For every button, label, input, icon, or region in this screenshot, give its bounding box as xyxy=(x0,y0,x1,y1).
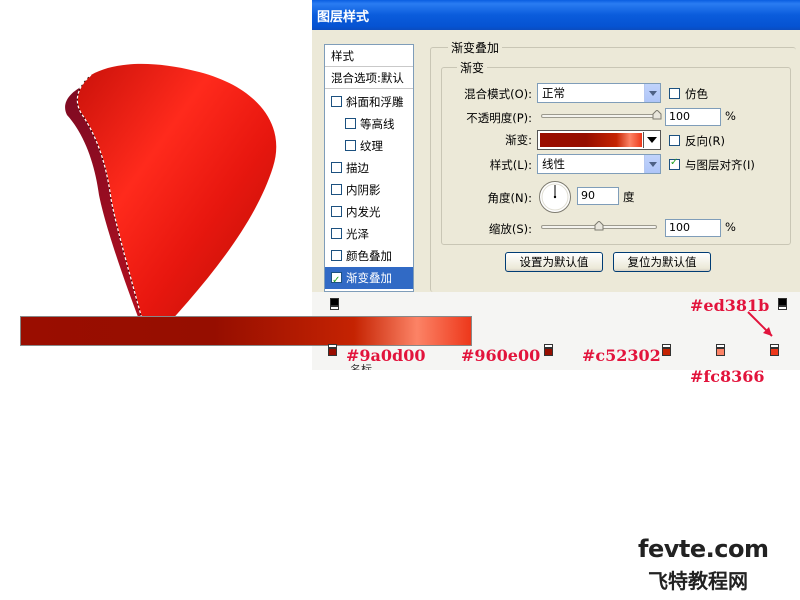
stroke-checkbox[interactable] xyxy=(331,162,342,173)
contour-checkbox[interactable] xyxy=(345,118,356,129)
gradient-dropdown-arrow[interactable] xyxy=(643,132,659,148)
color-label-fc8366: #fc8366 xyxy=(690,367,765,386)
bevel-emboss-checkbox[interactable] xyxy=(331,96,342,107)
style-item-inner-glow[interactable]: 内发光 xyxy=(325,201,413,223)
style-item-color-overlay[interactable]: 颜色叠加 xyxy=(325,245,413,267)
color-stop-fc8366[interactable] xyxy=(716,344,726,356)
color-overlay-checkbox[interactable] xyxy=(331,250,342,261)
color-stop-9a0d00[interactable] xyxy=(327,344,337,356)
angle-unit: 度 xyxy=(623,190,635,204)
angle-dial[interactable] xyxy=(538,180,572,214)
scale-input[interactable]: 100 xyxy=(665,219,721,237)
gradient-label: 渐变: xyxy=(505,133,532,147)
style-select[interactable]: 线性 xyxy=(537,154,661,174)
gradient-bar[interactable] xyxy=(20,316,472,346)
angle-label: 角度(N): xyxy=(487,191,532,205)
make-default-button[interactable]: 设置为默认值 xyxy=(505,252,603,272)
style-item-gradient-overlay[interactable]: 渐变叠加 xyxy=(325,267,413,289)
opacity-unit: % xyxy=(725,109,736,123)
watermark-name: 飞特教程网 xyxy=(648,569,748,593)
style-item-contour[interactable]: 等高线 xyxy=(325,113,413,135)
style-list-blending-options[interactable]: 混合选项:默认 xyxy=(325,67,413,89)
triangle-down-icon xyxy=(647,137,657,143)
blend-mode-select[interactable]: 正常 xyxy=(537,83,661,103)
color-label-c52302: #c52302 xyxy=(582,346,661,365)
style-list-styles[interactable]: 样式 xyxy=(325,45,413,67)
style-item-satin[interactable]: 光泽 xyxy=(325,223,413,245)
watermark-site: fevte.com xyxy=(638,535,769,563)
inner-glow-checkbox[interactable] xyxy=(331,206,342,217)
inner-shadow-checkbox[interactable] xyxy=(331,184,342,195)
chevron-down-icon xyxy=(644,155,660,173)
color-label-960e00: #960e00 xyxy=(461,346,541,365)
gradient-picker[interactable] xyxy=(537,130,661,150)
dialog-titlebar[interactable]: 图层样式 xyxy=(312,0,800,30)
style-item-stroke[interactable]: 描边 xyxy=(325,157,413,179)
gradient-preview-swatch[interactable] xyxy=(540,133,642,147)
scale-slider-thumb[interactable] xyxy=(594,221,604,231)
style-item-texture[interactable]: 纹理 xyxy=(325,135,413,157)
opacity-stop-0[interactable] xyxy=(330,298,339,310)
opacity-input[interactable]: 100 xyxy=(665,108,721,126)
color-stop-960e00[interactable] xyxy=(544,344,554,356)
style-item-bevel-emboss[interactable]: 斜面和浮雕 xyxy=(325,91,413,113)
align-with-layer-checkbox[interactable] xyxy=(669,157,680,170)
color-stop-ed381b[interactable] xyxy=(770,344,780,356)
scale-label: 缩放(S): xyxy=(488,222,532,236)
opacity-slider-thumb[interactable] xyxy=(652,110,662,120)
scale-unit: % xyxy=(725,220,736,234)
petal-illustration xyxy=(65,63,277,346)
chevron-down-icon xyxy=(644,84,660,102)
reverse-checkbox[interactable] xyxy=(669,135,680,146)
style-list: 样式 混合选项:默认 斜面和浮雕 等高线 纹理 描边 内阴影 内发光 光泽 颜色… xyxy=(324,44,414,292)
color-stop-c52302[interactable] xyxy=(661,344,671,356)
style-label: 样式(L): xyxy=(489,158,532,172)
texture-checkbox[interactable] xyxy=(345,140,356,151)
annotation-arrow-icon xyxy=(747,311,773,337)
dialog-title: 图层样式 xyxy=(317,10,370,25)
reset-default-button[interactable]: 复位为默认值 xyxy=(613,252,711,272)
satin-checkbox[interactable] xyxy=(331,228,342,239)
opacity-slider-track[interactable] xyxy=(541,114,657,118)
style-item-inner-shadow[interactable]: 内阴影 xyxy=(325,179,413,201)
opacity-stop-1[interactable] xyxy=(778,298,787,310)
color-label-9a0d00: #9a0d00 xyxy=(346,346,426,365)
gradient-subgroup-legend: 渐变 xyxy=(457,59,488,76)
gradient-overlay-checkbox[interactable] xyxy=(331,270,342,289)
angle-input[interactable]: 90 xyxy=(577,187,619,205)
blend-mode-label: 混合模式(O): xyxy=(464,87,532,101)
opacity-label: 不透明度(P): xyxy=(466,111,532,125)
dither-checkbox[interactable] xyxy=(669,88,680,99)
gradient-overlay-legend: 渐变叠加 xyxy=(448,39,503,56)
